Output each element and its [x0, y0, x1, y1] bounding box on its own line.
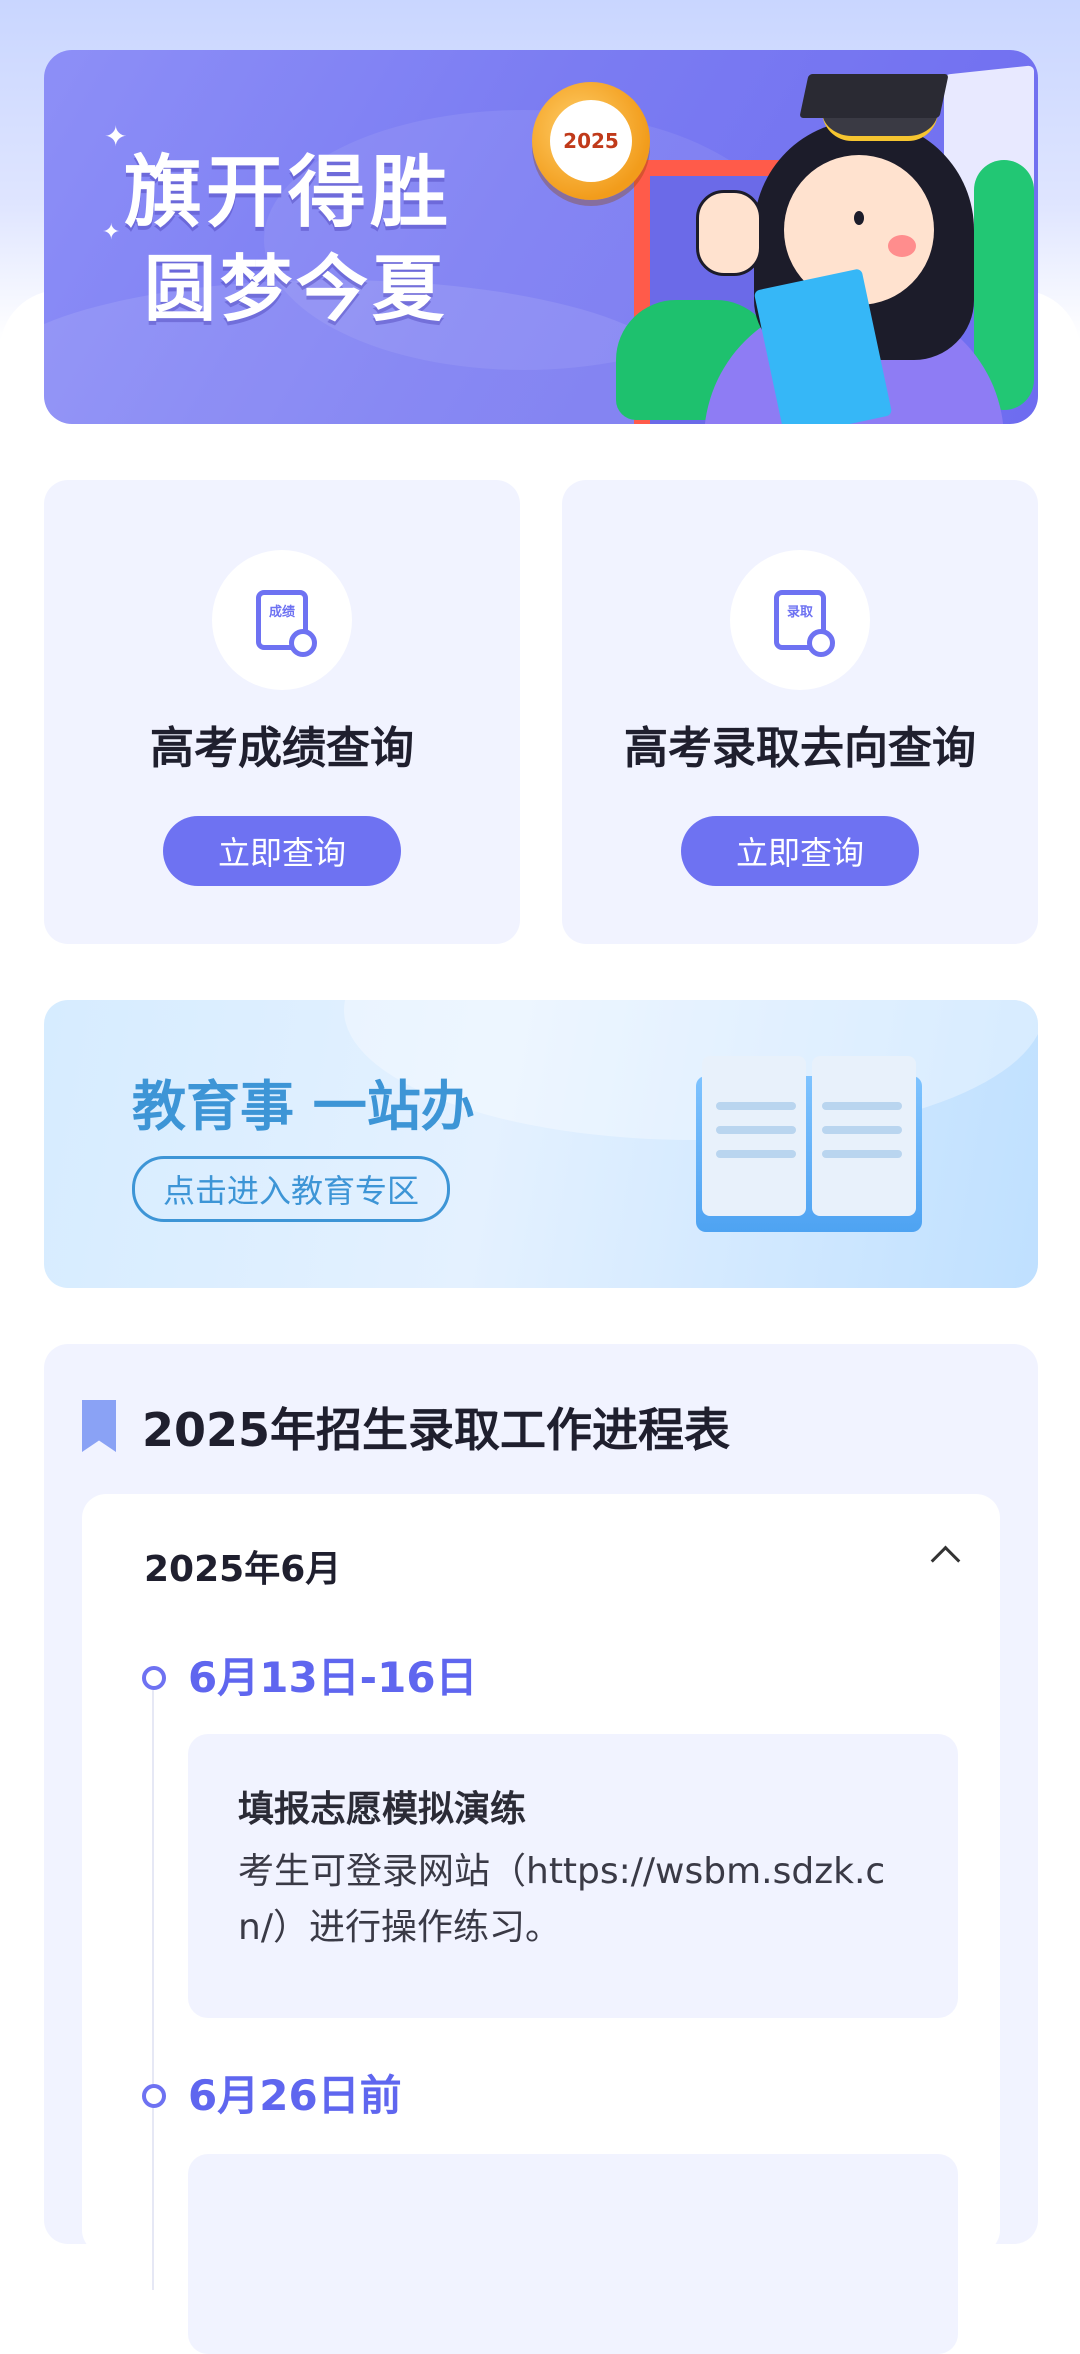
- timeline-line: [152, 1690, 154, 2290]
- banner-slogan-line2: 圆梦今夏: [144, 247, 449, 331]
- event-date: 6月13日-16日: [188, 1653, 478, 1702]
- admission-schedule-section: 2025年招生录取工作进程表 2025年6月 6月13日-16日 填报志愿模拟演…: [44, 1344, 1038, 2354]
- timeline-dot: [142, 2084, 166, 2108]
- event-card: 填报志愿模拟演练 考生可登录网站（https://wsbm.sdzk.cn/）进…: [188, 1734, 958, 2018]
- event-date: 6月26日前: [188, 2071, 402, 2120]
- bookmark-icon: [82, 1400, 116, 1452]
- event-card: [188, 2154, 958, 2354]
- open-book-icon: [696, 1056, 922, 1236]
- score-query-title: 高考成绩查询: [150, 723, 414, 774]
- event-title: 填报志愿模拟演练: [238, 1789, 527, 1830]
- education-banner[interactable]: 教育事 一站办 点击进入教育专区: [44, 1000, 1038, 1288]
- thumbs-up-illustration: [696, 190, 762, 276]
- hero-banner[interactable]: ✦ ✦ 旗开得胜 圆梦今夏 2025: [44, 50, 1038, 424]
- education-title: 教育事 一站办: [132, 1075, 475, 1138]
- timeline-dot: [142, 1666, 166, 1690]
- schedule-month-panel: 2025年6月 6月13日-16日 填报志愿模拟演练 考生可登录网站（https…: [82, 1494, 1000, 2354]
- graduation-cap-top: [799, 74, 949, 118]
- admission-icon-wrap: 录取: [730, 550, 870, 690]
- admission-query-card[interactable]: 录取 高考录取去向查询 立即查询: [562, 480, 1038, 944]
- score-search-icon: 成绩: [256, 590, 317, 657]
- clock-year: 2025: [550, 100, 632, 182]
- education-enter-button[interactable]: 点击进入教育专区: [132, 1156, 451, 1222]
- month-header[interactable]: 2025年6月: [144, 1540, 341, 1592]
- banner-slogan-line1: 旗开得胜: [124, 148, 453, 238]
- score-icon-wrap: 成绩: [212, 550, 352, 690]
- admission-query-button[interactable]: 立即查询: [681, 816, 919, 886]
- admission-search-icon: 录取: [774, 590, 835, 657]
- admission-query-title: 高考录取去向查询: [624, 723, 976, 774]
- chevron-up-icon[interactable]: [930, 1545, 961, 1576]
- score-query-button[interactable]: 立即查询: [163, 816, 401, 886]
- alarm-clock-icon: 2025: [532, 82, 650, 200]
- schedule-title: 2025年招生录取工作进程表: [142, 1403, 731, 1457]
- event-description: 考生可登录网站（https://wsbm.sdzk.cn/）进行操作练习。: [238, 1851, 886, 1948]
- score-query-card[interactable]: 成绩 高考成绩查询 立即查询: [44, 480, 520, 944]
- sparkle-icon: ✦: [102, 220, 121, 245]
